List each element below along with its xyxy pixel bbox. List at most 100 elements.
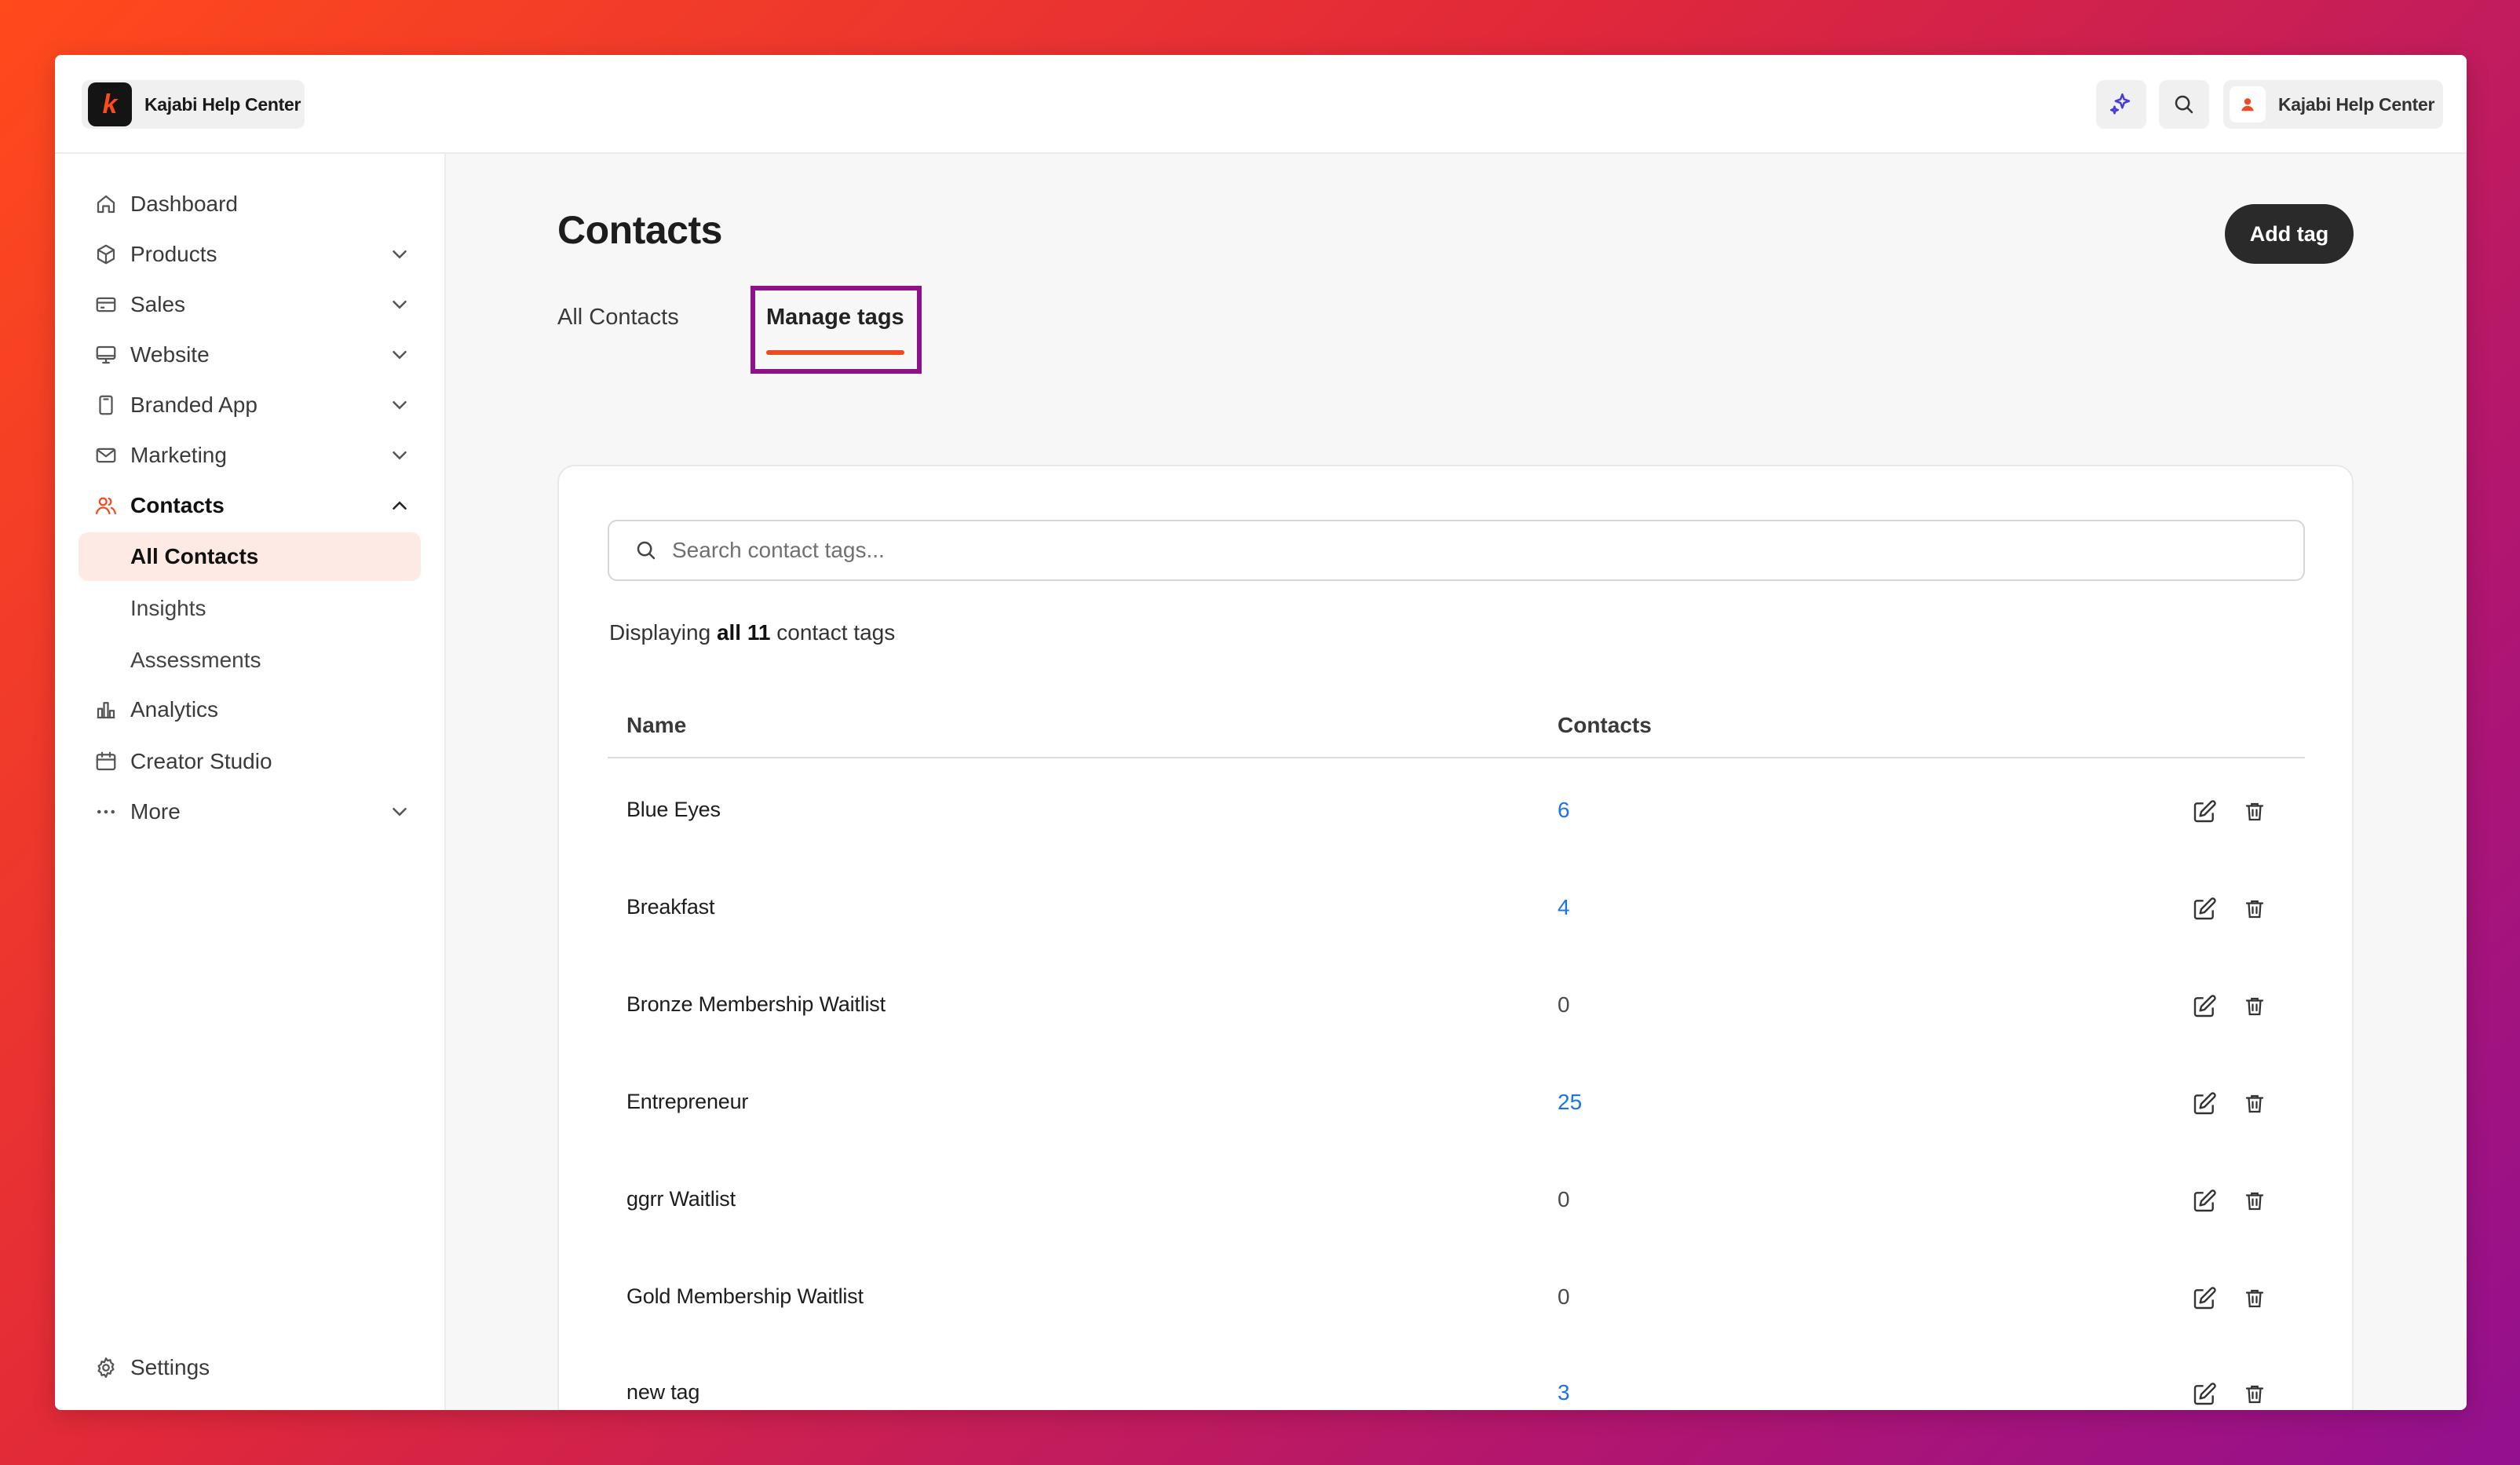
sidebar-item-label: More (130, 799, 181, 824)
page-title: Contacts (557, 208, 722, 252)
delete-tag-button[interactable] (2239, 1186, 2270, 1217)
search-field[interactable] (608, 520, 2305, 581)
sidebar-subitem-all-contacts[interactable]: All Contacts (79, 532, 421, 581)
trash-icon (2245, 1192, 2264, 1211)
chevron-up-icon (393, 501, 407, 510)
trash-icon (2245, 802, 2264, 821)
sidebar-item-sales[interactable]: Sales (79, 281, 421, 328)
tag-name: Entrepreneur (626, 1090, 749, 1113)
sidebar-item-more[interactable]: More (79, 788, 421, 835)
edit-icon (2193, 1189, 2216, 1212)
tag-contacts-link[interactable]: 6 (1558, 798, 1570, 823)
sidebar-item-marketing[interactable]: Marketing (79, 432, 421, 479)
trash-icon (2245, 1289, 2264, 1308)
trash-icon (2245, 900, 2264, 919)
site-name: Kajabi Help Center (144, 93, 301, 115)
sidebar-item-products[interactable]: Products (79, 231, 421, 278)
sidebar-item-label: Sales (130, 292, 186, 316)
mobile-icon (93, 392, 119, 418)
edit-tag-button[interactable] (2189, 1283, 2220, 1314)
divider (608, 757, 2305, 758)
delete-tag-button[interactable] (2239, 1379, 2270, 1410)
gear-icon (93, 1354, 119, 1381)
edit-tag-button[interactable] (2189, 1088, 2220, 1120)
edit-icon (2193, 1287, 2216, 1310)
sidebar-subitem-assessments[interactable]: Assessments (79, 636, 421, 685)
column-header-contacts[interactable]: Contacts (1558, 713, 1652, 738)
tag-contacts-link[interactable]: 4 (1558, 895, 1570, 920)
tag-name: Breakfast (626, 895, 715, 919)
delete-tag-button[interactable] (2239, 1088, 2270, 1120)
table-row: Entrepreneur 25 (608, 1055, 2305, 1153)
sidebar-item-analytics[interactable]: Analytics (79, 686, 421, 733)
tag-name: Gold Membership Waitlist (626, 1284, 864, 1308)
sidebar-item-label: Contacts (130, 493, 225, 517)
trash-icon (2245, 1094, 2264, 1113)
table-row: new tag 3 (608, 1346, 2305, 1410)
edit-tag-button[interactable] (2189, 1186, 2220, 1217)
tag-contacts-link[interactable]: 25 (1558, 1090, 1582, 1115)
table-row: Breakfast 4 (608, 860, 2305, 958)
top-bar: k Kajabi Help Center Kajabi Help Center (55, 55, 2467, 154)
delete-tag-button[interactable] (2239, 1283, 2270, 1314)
chevron-down-icon (393, 250, 407, 259)
tags-card: Displaying all 11 contact tags Name Cont… (557, 465, 2354, 1410)
tag-contacts-count: 0 (1558, 1187, 1570, 1211)
column-header-name[interactable]: Name (626, 713, 686, 738)
site-switcher[interactable]: k Kajabi Help Center (82, 80, 305, 129)
trash-icon (2245, 997, 2264, 1016)
chevron-down-icon (393, 301, 407, 309)
ai-assistant-button[interactable] (2096, 80, 2146, 129)
sparkle-icon (2109, 93, 2131, 115)
sidebar-item-contacts[interactable]: Contacts (79, 482, 421, 529)
tag-name: ggrr Waitlist (626, 1187, 736, 1211)
sidebar-item-website[interactable]: Website (79, 331, 421, 378)
search-icon (2175, 95, 2193, 114)
users-icon (93, 492, 119, 519)
edit-icon (2193, 1092, 2216, 1115)
sidebar-item-label: Dashboard (130, 192, 238, 216)
tag-name: new tag (626, 1380, 700, 1404)
account-name: Kajabi Help Center (2278, 93, 2435, 115)
edit-tag-button[interactable] (2189, 893, 2220, 925)
calendar-icon (93, 748, 119, 775)
tab-all-contacts[interactable]: All Contacts (557, 305, 679, 331)
sidebar-item-label: Analytics (130, 697, 219, 722)
sidebar-item-creator-studio[interactable]: Creator Studio (79, 738, 421, 785)
sidebar-item-label: Website (130, 342, 210, 367)
account-menu[interactable]: Kajabi Help Center (2223, 80, 2443, 129)
delete-tag-button[interactable] (2239, 796, 2270, 827)
edit-icon (2193, 995, 2216, 1017)
home-icon (93, 191, 119, 217)
search-icon (637, 541, 656, 560)
chevron-down-icon (393, 401, 407, 410)
edit-tag-button[interactable] (2189, 1379, 2220, 1410)
table-row: ggrr Waitlist 0 (608, 1153, 2305, 1250)
bar-chart-icon (93, 696, 119, 723)
mail-icon (93, 442, 119, 469)
edit-tag-button[interactable] (2189, 796, 2220, 827)
monitor-icon (93, 342, 119, 368)
count-suffix: contact tags (770, 620, 896, 645)
edit-tag-button[interactable] (2189, 991, 2220, 1022)
sidebar: Dashboard Products Sales Website Branded… (55, 154, 446, 1410)
highlight-box (751, 286, 922, 374)
kajabi-logo-icon: k (88, 82, 132, 126)
delete-tag-button[interactable] (2239, 991, 2270, 1022)
tag-count-summary: Displaying all 11 contact tags (609, 620, 895, 645)
sidebar-item-settings[interactable]: Settings (79, 1344, 421, 1391)
chevron-down-icon (393, 808, 407, 817)
avatar (2230, 86, 2266, 122)
edit-icon (2193, 897, 2216, 920)
add-tag-button[interactable]: Add tag (2225, 204, 2354, 264)
more-dots-icon (93, 798, 119, 825)
sidebar-subitem-insights[interactable]: Insights (79, 584, 421, 633)
delete-tag-button[interactable] (2239, 893, 2270, 925)
tag-contacts-link[interactable]: 3 (1558, 1380, 1570, 1405)
sidebar-item-label: Branded App (130, 393, 257, 417)
sidebar-item-dashboard[interactable]: Dashboard (79, 181, 421, 228)
search-button[interactable] (2159, 80, 2209, 129)
sidebar-item-branded-app[interactable]: Branded App (79, 382, 421, 429)
table-row: Bronze Membership Waitlist 0 (608, 958, 2305, 1055)
search-input[interactable] (672, 527, 2242, 574)
